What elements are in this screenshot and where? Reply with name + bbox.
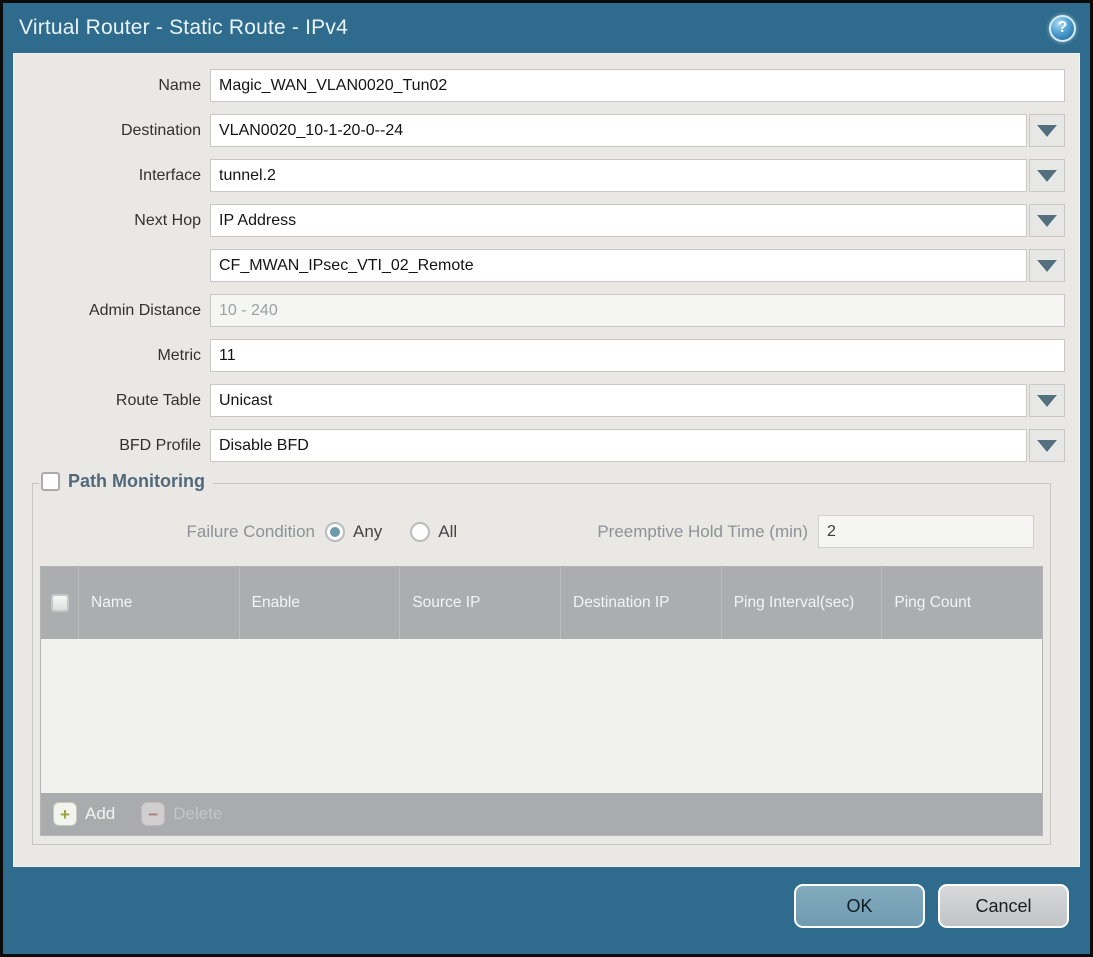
radio-all-control [410,522,430,542]
path-monitoring-checkbox[interactable] [41,472,60,491]
preemptive-hold-input[interactable] [818,515,1034,548]
add-button[interactable]: + Add [53,802,115,826]
table-body-empty [41,639,1042,793]
route-table-label: Route Table [14,392,210,410]
bfd-profile-dropdown-trigger[interactable] [1029,429,1065,462]
select-all-checkbox[interactable] [51,594,69,612]
cancel-button[interactable]: Cancel [938,884,1069,928]
radio-all-label: All [438,522,457,542]
form-row-destination: Destination [14,114,1065,147]
help-icon[interactable]: ? [1049,15,1076,42]
interface-label: Interface [14,167,210,185]
failure-condition-row: Failure Condition Any All Preemptive Hol… [33,514,1050,549]
route-table-dropdown-trigger[interactable] [1029,384,1065,417]
dialog-content: Name Destination Interface [13,53,1080,867]
column-header: Ping Interval(sec) [722,567,883,639]
next-hop-label: Next Hop [14,212,210,230]
column-header: Ping Count [882,567,1042,639]
interface-dropdown-trigger[interactable] [1029,159,1065,192]
column-header: Source IP [400,567,561,639]
chevron-down-icon [1037,395,1057,407]
destination-dropdown-trigger[interactable] [1029,114,1065,147]
radio-any-label: Any [353,522,382,542]
path-monitoring-legend: Path Monitoring [39,471,213,492]
delete-button[interactable]: − Delete [141,802,222,826]
destination-label: Destination [14,122,210,140]
next-hop-type-dropdown-trigger[interactable] [1029,204,1065,237]
bfd-profile-label: BFD Profile [14,437,210,455]
next-hop-type-input[interactable] [210,204,1027,237]
chevron-down-icon [1037,125,1057,137]
name-label: Name [14,77,210,95]
header-checkbox-cell [41,567,79,639]
failure-condition-label: Failure Condition [33,522,325,542]
help-glyph: ? [1058,19,1068,37]
form-row-admin-distance: Admin Distance [14,294,1065,327]
path-monitoring-table: NameEnableSource IPDestination IPPing In… [40,566,1043,836]
dialog-title: Virtual Router - Static Route - IPv4 [19,16,348,40]
chevron-down-icon [1037,440,1057,452]
path-monitoring-title: Path Monitoring [68,471,205,492]
table-header-row: NameEnableSource IPDestination IPPing In… [41,567,1042,639]
radio-all[interactable]: All [410,522,457,542]
metric-input[interactable] [210,339,1065,372]
delete-icon: − [141,802,165,826]
metric-label: Metric [14,347,210,365]
interface-input[interactable] [210,159,1027,192]
radio-any-control [325,522,345,542]
chevron-down-icon [1037,215,1057,227]
path-monitoring-section: Path Monitoring Failure Condition Any Al… [32,483,1051,845]
dialog-titlebar: Virtual Router - Static Route - IPv4 ? [3,3,1090,53]
static-route-dialog: Virtual Router - Static Route - IPv4 ? N… [0,0,1093,957]
route-table-input[interactable] [210,384,1027,417]
form-row-name: Name [14,69,1065,102]
column-header: Destination IP [561,567,722,639]
form-row-metric: Metric [14,339,1065,372]
form-row-route-table: Route Table [14,384,1065,417]
name-input[interactable] [210,69,1065,102]
column-header: Name [79,567,240,639]
ok-button[interactable]: OK [794,884,925,928]
radio-any[interactable]: Any [325,522,382,542]
form-row-interface: Interface [14,159,1065,192]
form-row-bfd-profile: BFD Profile [14,429,1065,462]
admin-distance-label: Admin Distance [14,302,210,320]
next-hop-address-input[interactable] [210,249,1027,282]
next-hop-address-dropdown-trigger[interactable] [1029,249,1065,282]
bfd-profile-input[interactable] [210,429,1027,462]
destination-input[interactable] [210,114,1027,147]
chevron-down-icon [1037,260,1057,272]
column-header: Enable [240,567,401,639]
form-row-next-hop: Next Hop [14,204,1065,237]
preemptive-hold-label: Preemptive Hold Time (min) [597,522,818,542]
chevron-down-icon [1037,170,1057,182]
table-toolbar: + Add − Delete [41,793,1042,835]
admin-distance-input[interactable] [210,294,1065,327]
add-icon: + [53,802,77,826]
delete-button-label: Delete [173,804,222,824]
dialog-footer: OK Cancel [3,867,1090,954]
form-row-next-hop-address [14,249,1065,282]
add-button-label: Add [85,804,115,824]
